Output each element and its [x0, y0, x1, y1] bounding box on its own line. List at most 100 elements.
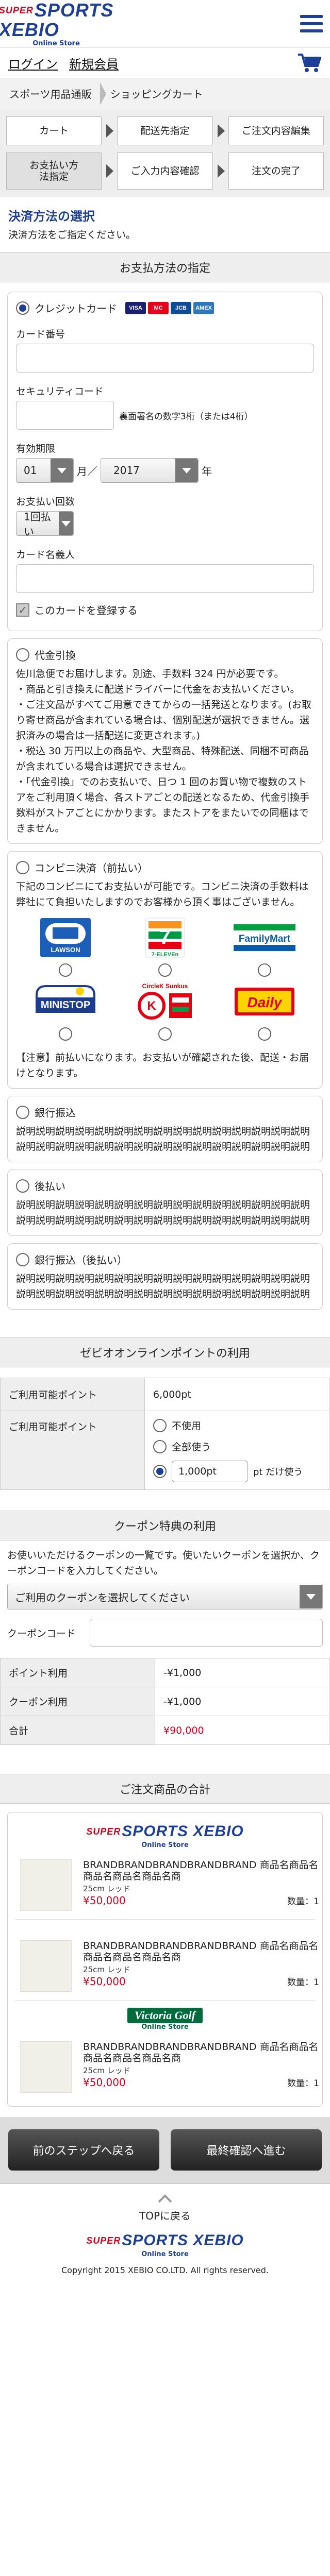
familymart-logo: FamilyMart: [231, 915, 298, 960]
credit-card-label: クレジットカード: [35, 302, 117, 315]
cod-line: ・「代金引換」でのお支払いで、日つ 1 回のお買い物で複数のストアをご利用頂く場…: [16, 776, 310, 834]
expiry-month-value: 01: [24, 464, 37, 477]
card-holder-input[interactable]: [16, 564, 314, 593]
product-thumbnail: [20, 1940, 72, 1992]
login-link[interactable]: ログイン: [8, 54, 58, 72]
product-price: ¥50,000: [83, 1894, 126, 1907]
coupon-select[interactable]: ご利用のクーポンを選択してください: [7, 1584, 323, 1609]
security-code-label: セキュリティコード: [16, 386, 104, 397]
page-note: 決済方法をご指定ください。: [8, 229, 136, 241]
list-item[interactable]: BRANDBRANDBRANDBRANDBRAND 商品名商品名商品名商品名商品…: [8, 1920, 322, 2000]
list-item[interactable]: BRANDBRANDBRANDBRANDBRAND 商品名商品名商品名商品名商品…: [8, 2033, 322, 2106]
chevron-down-icon: [51, 459, 73, 482]
points-partial-radio[interactable]: [153, 1465, 167, 1478]
footer-logo-main: SPORTS XEBIO: [122, 2232, 244, 2249]
cod-line: 佐川急便でお届けします。別途、手数料 324 円が必要です。: [16, 668, 284, 680]
chevron-down-icon: [175, 459, 198, 482]
installments-select[interactable]: 1回払い: [16, 511, 74, 538]
step-cart: カート: [6, 116, 114, 145]
product-qty: 数量：1: [287, 1896, 319, 1907]
breadcrumb-item[interactable]: ショッピングカート: [100, 78, 212, 109]
register-link[interactable]: 新規会員: [69, 54, 119, 72]
payment-bar: お支払方法の指定: [0, 252, 330, 282]
arrow-right-icon: [217, 164, 225, 178]
product-price: ¥50,000: [83, 1975, 126, 1988]
cod-line: ・税込 30 万円以上の商品や、大型商品、特殊配送、同梱不可商品が含まれている場…: [16, 745, 309, 772]
back-button[interactable]: 前のステップへ戻る: [8, 2129, 159, 2171]
daily-logo: Daily: [231, 979, 298, 1024]
cod-description: 佐川急便でお届けします。別途、手数料 324 円が必要です。 ・商品と引き換えに…: [16, 666, 314, 836]
step-payment: お支払い方法指定: [6, 152, 114, 190]
xebio-store-logo: SUPERSPORTS XEBIO Online Store: [8, 1812, 322, 1851]
victoria-logo-sub: Online Store: [141, 2023, 189, 2031]
menu-icon[interactable]: [300, 13, 323, 34]
bank-transfer-radio[interactable]: [16, 1105, 29, 1119]
product-price: ¥50,000: [83, 2076, 126, 2089]
page-top[interactable]: TOPに戻る: [0, 2183, 330, 2223]
cod-radio[interactable]: [16, 648, 29, 662]
card-holder-label: カード名義人: [16, 549, 75, 561]
available-points-label: ご利用可能ポイント: [0, 1378, 145, 1411]
breadcrumb-item[interactable]: スポーツ用品通販: [0, 78, 101, 109]
top-link: TOPに戻る: [139, 2210, 191, 2222]
cod-line: ・商品と引き換えに配送ドライバーに代金をお支払いください。: [16, 684, 300, 695]
daily-radio[interactable]: [257, 1027, 271, 1041]
deferred-payment-description: 説明説明説明説明説明説明説明説明説明説明説明説明説明説明説明説明説明説明説明説明…: [16, 1199, 310, 1226]
store-logo-sub: Online Store: [141, 1841, 189, 1849]
step-label: 注文の完了: [251, 165, 301, 177]
arrow-right-icon: [106, 164, 114, 178]
security-code-note: 裏面署名の数字3桁（または4桁）: [119, 411, 253, 422]
step-edit-order: ご注文内容編集: [228, 116, 324, 145]
bank-deferred-radio[interactable]: [16, 1252, 29, 1266]
save-card-label: このカードを登録する: [35, 604, 138, 617]
chevron-up-icon: [158, 2194, 172, 2203]
product-meta: 25cm レッド: [83, 1884, 130, 1893]
expiry-month-select[interactable]: 01: [16, 458, 74, 483]
product-thumbnail: [20, 2041, 72, 2093]
order-list: SUPERSPORTS XEBIO Online Store BRANDBRAN…: [0, 1804, 330, 2117]
bank-deferred-box: 銀行振込（後払い） 説明説明説明説明説明説明説明説明説明説明説明説明説明説明説明…: [7, 1243, 323, 1310]
visa-icon: VISA: [125, 301, 146, 314]
store-logo-main: SPORTS XEBIO: [122, 1823, 244, 1840]
security-code-input[interactable]: [16, 401, 114, 430]
lawson-text: LAWSON: [51, 946, 80, 954]
step-shipping: 配送先指定: [117, 116, 225, 145]
credit-card-radio[interactable]: [16, 301, 29, 315]
ministop-text: MINISTOP: [41, 999, 90, 1011]
convenience-description: 下記のコンビニにてお支払いが可能です。コンビニ決済の手数料は弊社にて負担いたしま…: [16, 881, 309, 908]
points-all-label: 全部使う: [172, 1442, 211, 1453]
coupon-bar: クーポン特典の利用: [0, 1511, 330, 1540]
step-label: ご入力内容確認: [130, 165, 200, 177]
seven-eleven-radio[interactable]: [158, 963, 172, 977]
points-all-radio[interactable]: [153, 1439, 167, 1453]
lawson-radio[interactable]: [59, 963, 73, 977]
summary-label: ポイント利用: [0, 1658, 155, 1687]
deferred-payment-radio[interactable]: [16, 1179, 29, 1193]
list-item[interactable]: BRANDBRANDBRANDBRANDBRAND 商品名商品名商品名商品名商品…: [8, 1851, 322, 1919]
arrow-right-icon: [106, 124, 114, 138]
lawson-logo: LAWSON: [32, 915, 99, 960]
logo-super: SUPER: [0, 5, 34, 15]
next-button[interactable]: 最終確認へ進む: [171, 2129, 322, 2171]
points-amount-input[interactable]: 1,000pt: [172, 1461, 248, 1482]
points-unused-radio[interactable]: [153, 1418, 167, 1432]
card-brands: VISA MC JCB AMEX: [125, 301, 214, 314]
site-header: SUPERSPORTS XEBIO Online Store: [0, 0, 330, 47]
card-number-input[interactable]: [16, 344, 314, 372]
familymart-radio[interactable]: [257, 963, 271, 977]
step-label: 配送先指定: [140, 125, 190, 137]
circlek-sunkus-radio[interactable]: [158, 1027, 172, 1041]
convenience-radio[interactable]: [16, 860, 29, 874]
cart-icon[interactable]: [297, 53, 322, 73]
site-logo[interactable]: SUPERSPORTS XEBIO Online Store: [0, 0, 113, 47]
save-card-checkbox[interactable]: ✓: [16, 603, 29, 617]
ministop-radio[interactable]: [59, 1027, 73, 1041]
expiry-year-select[interactable]: 2017: [101, 458, 199, 483]
expiry-label: 有効期限: [16, 443, 56, 454]
jcb-icon: JCB: [171, 301, 191, 314]
step-label: ご注文内容編集: [241, 125, 310, 137]
product-thumbnail: [20, 1859, 72, 1911]
convenience-label: コンビニ決済（前払い）: [35, 862, 148, 874]
month-unit: 月／: [77, 465, 97, 478]
coupon-code-input[interactable]: [90, 1619, 323, 1647]
